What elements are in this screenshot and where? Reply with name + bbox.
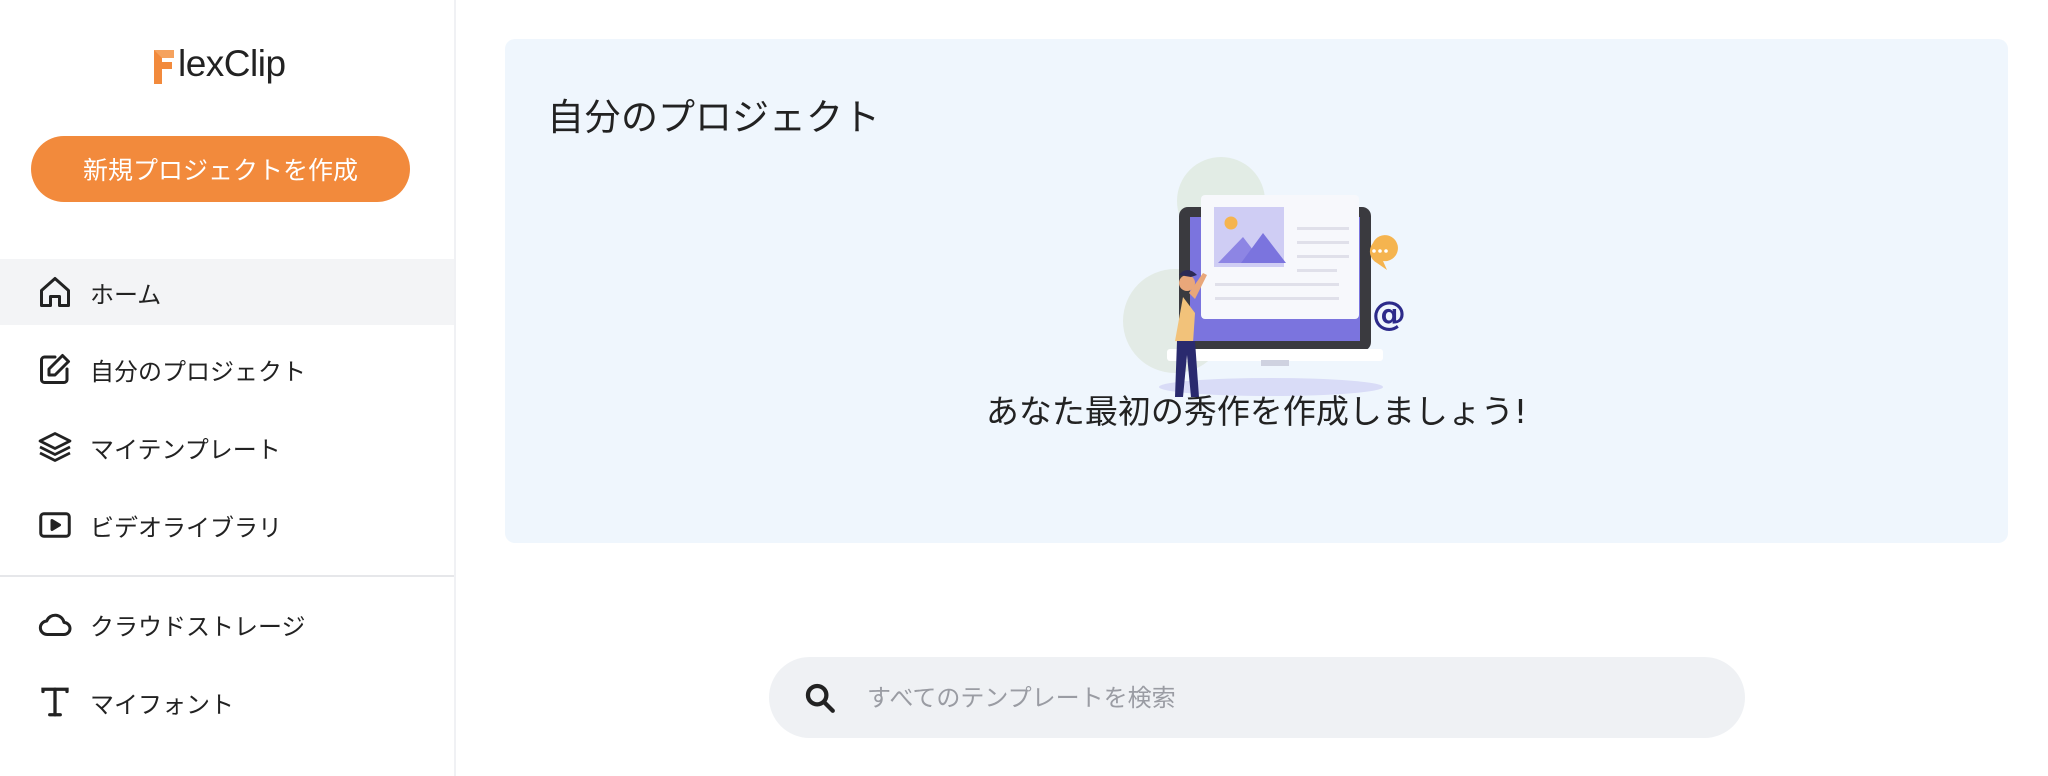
sidebar-divider xyxy=(0,575,454,577)
sidebar-item-my-templates[interactable]: マイテンプレート xyxy=(0,414,454,480)
logo-text: lexClip xyxy=(178,43,286,84)
logo-mark-icon xyxy=(150,48,176,86)
video-icon xyxy=(36,506,74,544)
home-icon xyxy=(36,273,74,311)
template-search-bar[interactable] xyxy=(769,657,1745,738)
sidebar-item-label: マイテンプレート xyxy=(90,435,281,464)
empty-projects-illustration: @ xyxy=(1111,151,1419,409)
flexclip-logo[interactable]: lexClip xyxy=(150,36,286,86)
svg-text:@: @ xyxy=(1372,294,1406,334)
sidebar-item-label: 自分のプロジェクト xyxy=(90,357,306,386)
sidebar-item-video-library[interactable]: ビデオライブラリ xyxy=(0,492,454,558)
edit-icon xyxy=(36,350,74,388)
new-project-button[interactable]: 新規プロジェクトを作成 xyxy=(31,136,410,202)
section-title: 自分のプロジェクト xyxy=(547,96,880,139)
empty-state-message: あなた最初の秀作を作成しましょう! xyxy=(985,392,1528,431)
search-input[interactable] xyxy=(865,682,1669,713)
sidebar-item-cloud-storage[interactable]: クラウドストレージ xyxy=(0,591,454,657)
font-icon xyxy=(36,683,74,721)
search-icon[interactable] xyxy=(803,681,837,715)
my-projects-panel: 自分のプロジェクト @ あなた最初の秀作を作成しましょう! xyxy=(505,39,2008,543)
sidebar-item-label: ホーム xyxy=(90,280,162,309)
sidebar: lexClip 新規プロジェクトを作成 ホーム 自分のプロジェクト マイテンプレ… xyxy=(0,0,456,776)
sidebar-item-label: マイフォント xyxy=(90,690,234,719)
sidebar-item-label: ビデオライブラリ xyxy=(90,513,282,542)
sidebar-item-my-projects[interactable]: 自分のプロジェクト xyxy=(0,336,454,402)
layers-icon xyxy=(36,428,74,466)
sidebar-item-label: クラウドストレージ xyxy=(90,612,306,641)
sidebar-item-my-fonts[interactable]: マイフォント xyxy=(0,669,454,735)
sidebar-item-home[interactable]: ホーム xyxy=(0,259,454,325)
cloud-icon xyxy=(36,605,74,643)
